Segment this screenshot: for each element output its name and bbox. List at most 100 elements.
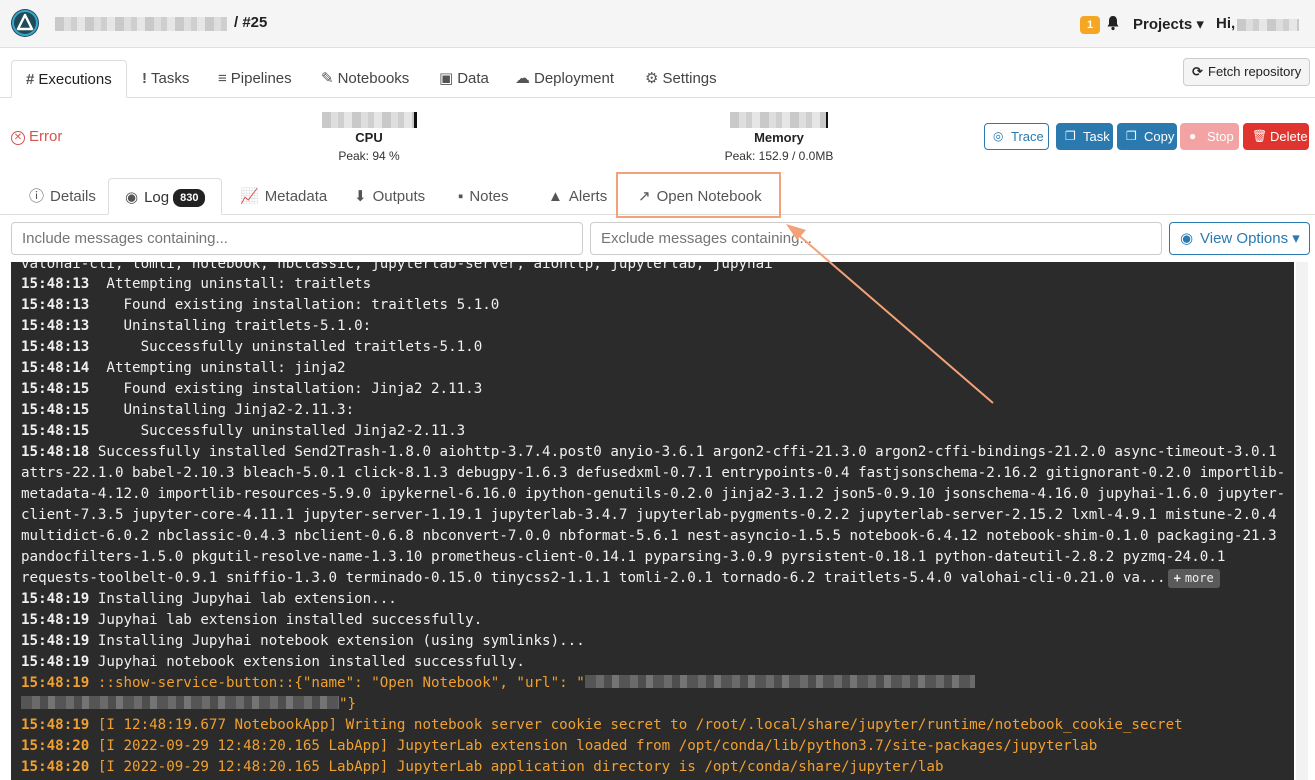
memory-label: Memory	[754, 130, 804, 145]
eye-icon: ◉	[1180, 230, 1194, 247]
stop-button[interactable]: ● Stop	[1180, 123, 1239, 150]
copy-icon: ❐	[1065, 129, 1076, 143]
log-scrollbar[interactable]	[1296, 262, 1308, 780]
log-text: Successfully installed Send2Trash-1.8.0 …	[97, 444, 1277, 460]
log-text: Attempting uninstall: jinja2	[89, 360, 346, 376]
cpu-peak: Peak: 94 %	[338, 149, 400, 163]
log-time: 15:48:18	[21, 444, 90, 460]
tab-details[interactable]: ⓘ Details	[29, 178, 96, 215]
fetch-repository-button[interactable]: ⟳ Fetch repository	[1183, 58, 1310, 86]
log-text: Found existing installation: Jinja2 2.11…	[89, 381, 483, 397]
log-time: 15:48:19	[21, 612, 90, 628]
tab-label: Log	[144, 189, 170, 206]
tab-label: Details	[50, 188, 96, 205]
log-output[interactable]: valohai-cli, tomli, notebook, nbclassic,…	[11, 262, 1294, 780]
trace-button[interactable]: ◎ Trace	[984, 123, 1049, 150]
tab-label: Executions	[38, 71, 112, 88]
log-line: attrs-22.1.0 babel-2.10.3 bleach-5.0.1 c…	[21, 463, 1285, 484]
view-options-button[interactable]: ◉ View Options ▾	[1169, 222, 1310, 255]
tab-notebooks[interactable]: ✎ Notebooks	[321, 60, 409, 98]
log-time: 15:48:13	[21, 318, 90, 334]
tab-label: Data	[457, 70, 489, 87]
include-messages-input[interactable]	[11, 222, 583, 255]
user-greeting[interactable]: Hi,	[1216, 15, 1235, 32]
log-text: Successfully uninstalled traitlets-5.1.0	[89, 339, 483, 355]
log-time: 15:48:19	[21, 717, 90, 733]
log-text: Jupyhai lab extension installed successf…	[97, 612, 483, 628]
error-circle-icon: ✕	[11, 131, 25, 145]
task-button[interactable]: ❐ Task	[1056, 123, 1113, 150]
log-line: 15:48:15 Uninstalling Jinja2-2.11.3:	[21, 400, 354, 421]
tab-pipelines[interactable]: ≡ Pipelines	[218, 60, 292, 98]
log-text: Installing Jupyhai notebook extension (u…	[97, 633, 585, 649]
log-line-warning: "}	[21, 694, 356, 715]
log-time: 15:48:20	[21, 759, 90, 775]
download-circle-icon: ⬇	[354, 188, 367, 205]
tab-metadata[interactable]: 📈 Metadata	[240, 178, 327, 215]
trash-icon: 🗑	[1252, 129, 1268, 143]
log-line: 15:48:13 Found existing installation: tr…	[21, 295, 499, 316]
bars-icon: ≡	[218, 70, 227, 87]
hash-icon: #	[26, 71, 35, 88]
memory-peak: Peak: 152.9 / 0.0MB	[724, 149, 834, 163]
tab-log[interactable]: ◉ Log 830	[108, 178, 223, 215]
log-text: [I 2022-09-29 12:48:20.165 LabApp] Jupyt…	[97, 738, 1098, 754]
log-line: 15:48:13 Attempting uninstall: traitlets	[21, 274, 371, 295]
warning-triangle-icon: ▲	[548, 188, 563, 205]
delete-label: Delete	[1270, 129, 1308, 144]
delete-button[interactable]: 🗑 Delete	[1243, 123, 1309, 150]
log-line: 15:48:19 Installing Jupyhai notebook ext…	[21, 631, 585, 652]
tab-label: Deployment	[534, 70, 615, 87]
tab-notes[interactable]: ▪ Notes	[458, 178, 509, 215]
tab-tasks[interactable]: ! Tasks	[142, 60, 189, 98]
log-line: metadata-4.12.0 importlib-resources-5.9.…	[21, 484, 1285, 505]
tab-alerts[interactable]: ▲ Alerts	[548, 178, 607, 215]
sticky-note-icon: ▪	[458, 188, 464, 205]
copy-button[interactable]: ❐ Copy	[1117, 123, 1177, 150]
tab-label: Metadata	[264, 188, 328, 205]
cloud-icon: ☁	[515, 70, 530, 87]
log-line-warning: 15:48:19 ::show-service-button::{"name":…	[21, 673, 975, 694]
glasses-icon: ◎	[993, 129, 1004, 143]
bell-icon[interactable]	[1106, 15, 1120, 34]
tab-settings[interactable]: ⚙ Settings	[645, 60, 717, 98]
redacted-url	[21, 696, 339, 709]
trace-label: Trace	[1011, 129, 1044, 144]
exclude-messages-input[interactable]	[590, 222, 1162, 255]
notifications-count-badge[interactable]: 1	[1080, 16, 1100, 34]
log-time: 15:48:15	[21, 381, 90, 397]
execution-breadcrumb: / #25	[234, 14, 268, 31]
view-options-label: View Options ▾	[1200, 230, 1300, 247]
redacted-project-name[interactable]	[55, 17, 227, 31]
valohai-logo-icon[interactable]	[11, 9, 39, 37]
cpu-usage-bar	[321, 112, 414, 128]
tab-data[interactable]: ▣ Data	[439, 60, 489, 98]
plus-icon: +	[1173, 571, 1181, 585]
top-bar: / #25 1 Projects ▾ Hi,	[0, 0, 1315, 48]
tab-label: Tasks	[151, 70, 190, 87]
cpu-label: CPU	[355, 130, 383, 145]
log-line: 15:48:19 Jupyhai notebook extension inst…	[21, 652, 525, 673]
log-text: metadata-4.12.0 importlib-resources-5.9.…	[21, 486, 1286, 502]
execution-status: ✕ Error	[11, 128, 62, 145]
tab-executions[interactable]: # Executions	[11, 60, 127, 98]
log-text: ::show-service-button::{"name": "Open No…	[97, 675, 585, 691]
log-count-badge: 830	[173, 189, 206, 207]
memory-usage-bar	[730, 112, 826, 128]
log-line: 15:48:19 Installing Jupyhai lab extensio…	[21, 589, 397, 610]
cpu-peak-wrap: Peak: 94 %	[320, 145, 418, 163]
memory-label-wrap: Memory	[699, 128, 859, 145]
info-circle-icon: ⓘ	[29, 188, 45, 205]
tab-label: Pipelines	[230, 70, 292, 87]
copy-label: Copy	[1144, 129, 1175, 144]
stop-circle-icon: ●	[1189, 129, 1197, 143]
show-more-button[interactable]: + more	[1167, 569, 1220, 588]
tab-outputs[interactable]: ⬇ Outputs	[354, 178, 425, 215]
eye-icon: ◉	[125, 189, 139, 206]
log-text: valohai-cli, tomli, notebook, nbclassic,…	[21, 262, 773, 272]
cpu-meter-text: CPU	[320, 128, 418, 145]
tab-deployment[interactable]: ☁ Deployment	[515, 60, 614, 98]
log-time: 15:48:15	[21, 402, 90, 418]
stop-label: Stop	[1207, 129, 1234, 144]
projects-menu[interactable]: Projects ▾	[1133, 15, 1204, 33]
